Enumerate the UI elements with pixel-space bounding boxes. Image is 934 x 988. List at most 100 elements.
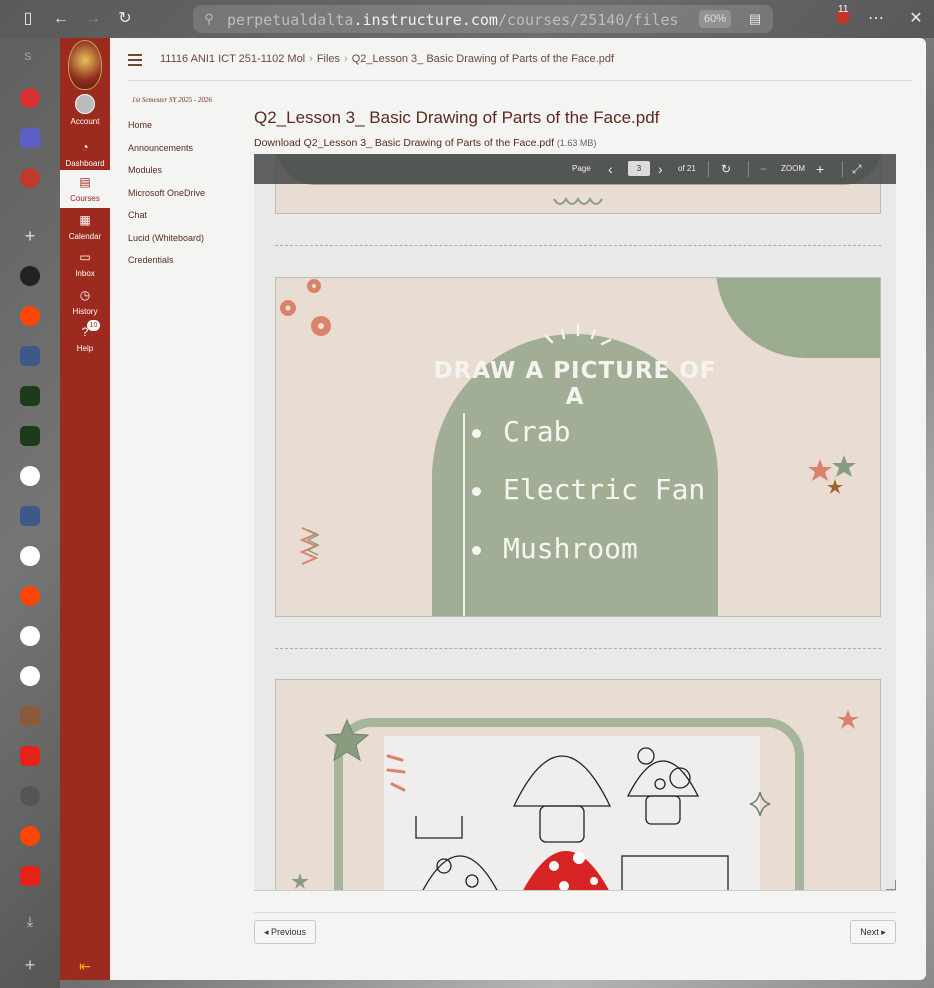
- school-logo[interactable]: [68, 40, 102, 90]
- stars-decoration: [808, 455, 856, 494]
- tab-icon[interactable]: [20, 786, 40, 806]
- fullscreen-icon[interactable]: ⤢: [852, 154, 862, 184]
- pdf-page-3: DRAW A PICTURE OF A Crab Electric Fan Mu…: [275, 277, 881, 617]
- tab-icon[interactable]: [20, 346, 40, 366]
- todoist-icon[interactable]: [20, 88, 40, 108]
- add-icon[interactable]: +: [20, 955, 40, 975]
- reload-icon[interactable]: ↻: [115, 9, 135, 29]
- download-label[interactable]: Download Q2_Lesson 3_ Basic Drawing of P…: [254, 137, 554, 149]
- flower-decoration: [280, 279, 331, 336]
- slide-item: Mushroom: [472, 532, 638, 565]
- download-link[interactable]: Download Q2_Lesson 3_ Basic Drawing of P…: [254, 137, 596, 149]
- calendar-icon: ▦: [79, 213, 91, 227]
- total-pages: of 21: [678, 164, 696, 173]
- nav-label: Calendar: [68, 232, 102, 241]
- download-icon[interactable]: ⤓: [20, 911, 40, 931]
- add-tab-icon[interactable]: +: [20, 226, 40, 246]
- dashboard-icon: ◔: [81, 140, 89, 154]
- tab-icon[interactable]: [20, 426, 40, 446]
- reddit-icon[interactable]: [20, 306, 40, 326]
- active-tab-icon[interactable]: [20, 168, 40, 188]
- course-nav-chat[interactable]: Chat: [128, 210, 248, 220]
- nav-help[interactable]: ? 10 Help: [60, 320, 110, 353]
- course-nav-modules[interactable]: Modules: [128, 165, 248, 175]
- zigzag-decoration: [299, 527, 320, 565]
- nav-label: Courses: [70, 194, 100, 203]
- prev-page-icon[interactable]: ‹: [608, 154, 613, 184]
- nav-dashboard[interactable]: ◔ Dashboard: [60, 140, 110, 168]
- rotate-icon[interactable]: ↻: [721, 154, 731, 184]
- course-menu-toggle[interactable]: [128, 54, 142, 66]
- youtube-icon[interactable]: [20, 866, 40, 886]
- course-nav-lucid[interactable]: Lucid (Whiteboard): [128, 233, 248, 243]
- pdf-toolbar: Page ‹ 3 › of 21 ↻ − ZOOM + ⤢: [254, 154, 896, 184]
- url-text: perpetualdalta.instructure.com/courses/2…: [227, 11, 679, 29]
- next-page-icon[interactable]: ›: [658, 154, 663, 184]
- link-icon: ⚲: [204, 11, 214, 26]
- google-icon[interactable]: [20, 546, 40, 566]
- toolbar-divider: [708, 161, 709, 177]
- tab-icon[interactable]: [20, 386, 40, 406]
- star-decoration: [324, 718, 370, 762]
- youtube-icon[interactable]: [20, 746, 40, 766]
- forward-icon[interactable]: →: [83, 9, 103, 29]
- course-nav-onedrive[interactable]: Microsoft OneDrive: [128, 188, 248, 198]
- breadcrumb-course[interactable]: 11116 ANI1 ICT 251-1102 Mol: [160, 53, 305, 65]
- zoom-out-icon[interactable]: −: [760, 154, 767, 184]
- github-icon[interactable]: [20, 266, 40, 286]
- slide-item: Crab: [472, 415, 570, 448]
- slide-item: Electric Fan: [472, 473, 705, 506]
- zoom-label: ZOOM: [781, 164, 805, 173]
- zoom-level-badge[interactable]: 60%: [699, 10, 731, 28]
- global-navigation: Account ◔ Dashboard ▤ Courses ▦ Calendar…: [60, 38, 110, 980]
- previous-button[interactable]: ◂ Previous: [254, 920, 316, 944]
- google-icon[interactable]: [20, 626, 40, 646]
- file-size: (1.63 MB): [556, 138, 597, 148]
- header-divider: [128, 80, 912, 81]
- nav-inbox[interactable]: ▭ Inbox: [60, 250, 110, 278]
- teams-icon[interactable]: [20, 128, 40, 148]
- corner-blob: [716, 278, 880, 358]
- back-icon[interactable]: ←: [51, 9, 71, 29]
- mushroom-drawings: [415, 747, 729, 890]
- close-icon[interactable]: ✕: [906, 9, 926, 29]
- sidebar-toggle-icon[interactable]: ▯: [18, 9, 38, 29]
- collapse-nav-icon[interactable]: ⇤: [60, 958, 110, 975]
- address-bar[interactable]: ⚲ perpetualdalta.instructure.com/courses…: [193, 5, 773, 33]
- nav-history[interactable]: ◷ History: [60, 288, 110, 316]
- page-number-input[interactable]: 3: [628, 161, 650, 176]
- reddit-icon[interactable]: [20, 586, 40, 606]
- breadcrumb-files[interactable]: Files: [317, 53, 340, 65]
- toolbar-divider: [748, 161, 749, 177]
- nav-label: History: [72, 307, 98, 316]
- course-nav-announcements[interactable]: Announcements: [128, 143, 248, 153]
- zoom-in-icon[interactable]: +: [816, 154, 824, 184]
- star-decoration: [291, 873, 309, 889]
- more-menu-icon[interactable]: ⋯: [866, 9, 886, 29]
- browser-side-rail: S + ⤓ +: [0, 38, 60, 988]
- nav-label: Help: [76, 344, 94, 353]
- course-nav-credentials[interactable]: Credentials: [128, 255, 248, 265]
- reddit-icon[interactable]: [20, 826, 40, 846]
- google-icon[interactable]: [20, 466, 40, 486]
- help-badge: 10: [87, 320, 100, 331]
- nav-calendar[interactable]: ▦ Calendar: [60, 213, 110, 241]
- course-nav-home[interactable]: Home: [128, 120, 248, 130]
- extension-badge-count: 11: [838, 4, 849, 15]
- pdf-viewer[interactable]: Page ‹ 3 › of 21 ↻ − ZOOM + ⤢ DRAW A PIC…: [254, 154, 896, 891]
- resize-handle[interactable]: [886, 880, 896, 890]
- rail-profile-letter[interactable]: S: [24, 51, 31, 63]
- page-title: Q2_Lesson 3_ Basic Drawing of Parts of t…: [254, 108, 660, 127]
- nav-account[interactable]: Account: [60, 94, 110, 126]
- tab-icon[interactable]: [20, 706, 40, 726]
- nav-label: Account: [70, 117, 100, 126]
- burst-decoration: [386, 754, 406, 792]
- inbox-icon: ▭: [79, 250, 91, 264]
- next-button[interactable]: Next ▸: [850, 920, 896, 944]
- nav-courses[interactable]: ▤ Courses: [60, 170, 110, 208]
- squiggle-decoration: [553, 197, 603, 205]
- tab-icon[interactable]: [20, 506, 40, 526]
- course-navigation: 1st Semester SY 2025 - 2026 Home Announc…: [128, 96, 248, 278]
- google-icon[interactable]: [20, 666, 40, 686]
- reader-mode-icon[interactable]: ▤: [745, 9, 765, 29]
